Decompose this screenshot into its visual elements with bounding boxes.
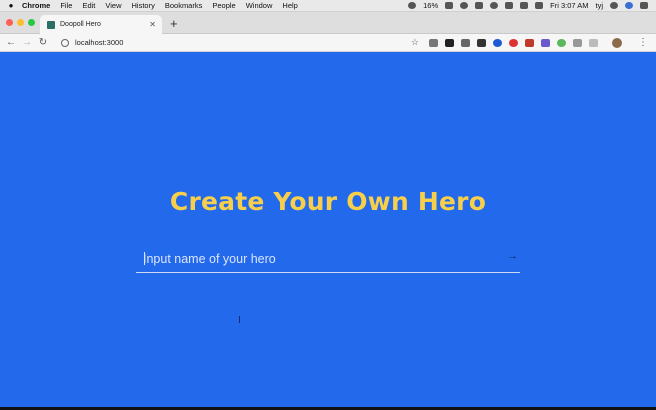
mac-menu-bar: ● Chrome File Edit View History Bookmark… xyxy=(0,0,656,12)
favicon-icon xyxy=(47,20,55,29)
battery-percent: 16% xyxy=(423,0,439,10)
menu-people[interactable]: People xyxy=(212,0,235,12)
bookmark-star-icon[interactable]: ☆ xyxy=(411,37,419,48)
extensions-area xyxy=(429,38,598,47)
close-tab-icon[interactable]: ✕ xyxy=(149,20,156,29)
record-icon[interactable] xyxy=(408,2,417,9)
gray-extension-icon[interactable] xyxy=(573,38,582,47)
window-controls xyxy=(6,19,35,26)
status-area: 16% Fri 3:07 AM tyj xyxy=(408,0,656,12)
menu-help[interactable]: Help xyxy=(282,0,297,12)
user-name[interactable]: tyj xyxy=(596,0,604,12)
menu-app-name[interactable]: Chrome xyxy=(22,0,50,12)
airplay-icon[interactable] xyxy=(505,2,514,9)
site-info-icon[interactable] xyxy=(61,38,69,47)
battery-icon[interactable] xyxy=(445,2,454,9)
minimize-window-button[interactable] xyxy=(17,19,24,26)
adblock-extension-icon[interactable] xyxy=(509,38,518,47)
page-title: Create Your Own Hero xyxy=(169,187,487,216)
siri-icon[interactable] xyxy=(625,2,633,9)
formula-extension-icon[interactable] xyxy=(461,38,470,47)
page-content: Create Your Own Hero → xyxy=(0,52,656,407)
spotlight-icon[interactable] xyxy=(610,2,618,9)
camera-extension-icon[interactable] xyxy=(429,38,438,47)
pen-extension-icon[interactable] xyxy=(477,38,486,47)
close-window-button[interactable] xyxy=(6,19,13,26)
volume-icon[interactable] xyxy=(520,2,529,9)
mouse-text-cursor xyxy=(239,316,240,323)
dark-extension-icon[interactable] xyxy=(445,38,454,47)
green-extension-icon[interactable] xyxy=(557,38,566,47)
tab-doopoll-hero[interactable]: Doopoll Hero ✕ xyxy=(40,15,162,34)
fullscreen-window-button[interactable] xyxy=(28,19,35,26)
back-button[interactable]: ← xyxy=(3,37,19,48)
clock[interactable]: Fri 3:07 AM xyxy=(550,0,588,12)
blue-extension-icon[interactable] xyxy=(493,38,502,47)
red-extension-icon[interactable] xyxy=(525,38,534,47)
new-tab-button[interactable]: + xyxy=(170,15,178,33)
menu-window[interactable]: Window xyxy=(246,0,273,12)
chrome-menu-icon[interactable]: ⋮ xyxy=(638,37,648,48)
browser-toolbar: ← → ↻ localhost:3000 ☆ ⋮ xyxy=(0,34,656,52)
reload-button[interactable]: ↻ xyxy=(35,37,51,48)
forward-button[interactable]: → xyxy=(19,37,35,48)
incognito-icon[interactable] xyxy=(475,2,484,9)
url-text[interactable]: localhost:3000 xyxy=(75,38,123,47)
profile-avatar[interactable] xyxy=(612,37,622,48)
menu-file[interactable]: File xyxy=(60,0,72,12)
tab-strip: Doopoll Hero ✕ + xyxy=(0,12,656,34)
menu-view[interactable]: View xyxy=(105,0,121,12)
hero-name-input[interactable] xyxy=(136,248,496,270)
submit-arrow-icon[interactable]: → xyxy=(507,248,518,264)
light-extension-icon[interactable] xyxy=(589,38,598,47)
menu-history[interactable]: History xyxy=(132,0,155,12)
keyboard-input-icon[interactable] xyxy=(535,2,544,9)
notification-center-icon[interactable] xyxy=(640,2,648,9)
tab-title: Doopoll Hero xyxy=(60,21,101,28)
bluetooth-icon[interactable] xyxy=(460,2,469,9)
purple-extension-icon[interactable] xyxy=(541,38,550,47)
text-caret xyxy=(144,252,145,265)
creative-cloud-icon[interactable] xyxy=(490,2,499,9)
menu-edit[interactable]: Edit xyxy=(82,0,95,12)
hero-name-field[interactable]: → xyxy=(136,248,520,273)
menu-bookmarks[interactable]: Bookmarks xyxy=(165,0,203,12)
address-bar[interactable]: localhost:3000 ☆ xyxy=(57,35,423,50)
apple-icon[interactable]: ● xyxy=(0,0,22,12)
